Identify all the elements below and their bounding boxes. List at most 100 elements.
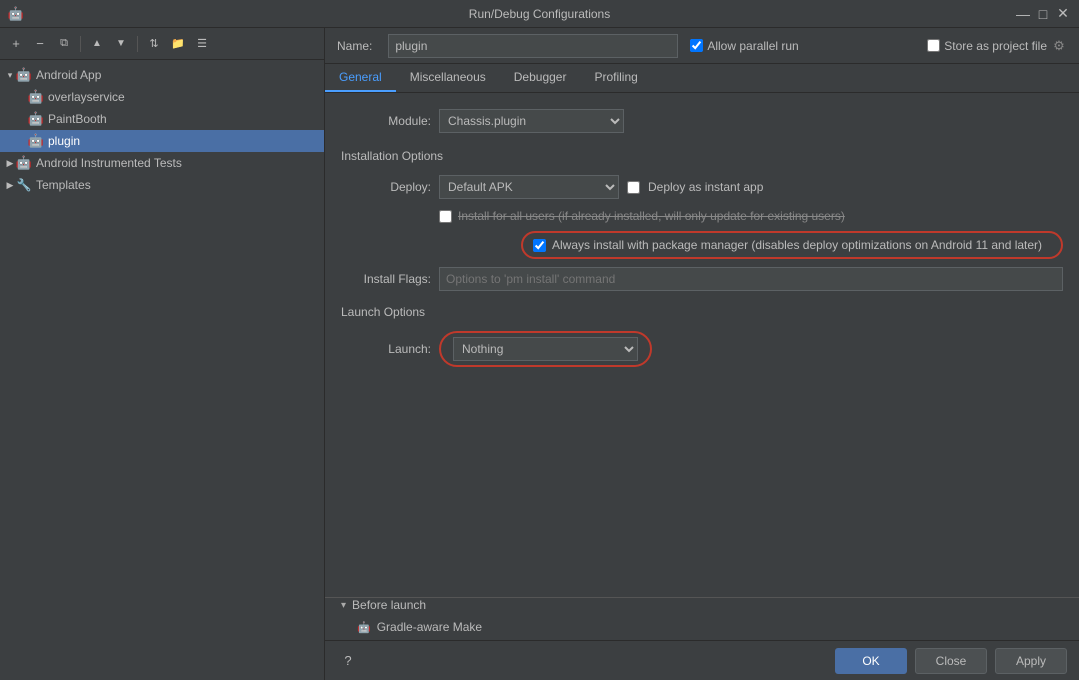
install-all-users-label[interactable]: Install for all users (if already instal… [458, 209, 845, 223]
tab-miscellaneous[interactable]: Miscellaneous [396, 64, 500, 92]
tab-profiling[interactable]: Profiling [580, 64, 651, 92]
paintbooth-icon: 🤖 [28, 111, 44, 127]
before-launch-header[interactable]: ▾ Before launch [341, 598, 1063, 612]
sidebar-item-android-instrumented-tests[interactable]: ▶ 🤖 Android Instrumented Tests [0, 152, 324, 174]
always-install-label[interactable]: Always install with package manager (dis… [552, 238, 1042, 252]
allow-parallel-checkbox-group: Allow parallel run [690, 39, 798, 53]
content-spacer [341, 377, 1063, 577]
paintbooth-label: PaintBooth [48, 112, 107, 126]
tab-debugger[interactable]: Debugger [500, 64, 581, 92]
move-down-button[interactable]: ▼ [111, 34, 131, 54]
right-panel: Name: Allow parallel run Store as projec… [325, 28, 1079, 680]
right-panel-inner: Module: Chassis.plugin Installation Opti… [325, 93, 1079, 680]
launch-options-heading: Launch Options [341, 305, 1063, 319]
installation-options-heading: Installation Options [341, 149, 1063, 163]
launch-select[interactable]: Nothing Default Activity Specified Activ… [453, 337, 638, 361]
gradle-make-label: Gradle-aware Make [377, 620, 482, 634]
install-flags-row: Install Flags: [341, 267, 1063, 291]
sort-button[interactable]: ⇅ [144, 34, 164, 54]
install-flags-input[interactable] [439, 267, 1063, 291]
module-select[interactable]: Chassis.plugin [439, 109, 624, 133]
before-launch-item-gradle: 🤖 Gradle-aware Make [341, 618, 1063, 636]
launch-options-section: Launch Options Launch: Nothing Default A… [341, 305, 1063, 367]
instrumented-tests-label: Android Instrumented Tests [36, 156, 182, 170]
module-row: Module: Chassis.plugin [341, 109, 1063, 133]
sidebar-item-paintbooth[interactable]: 🤖 PaintBooth [0, 108, 324, 130]
window-title: Run/Debug Configurations [469, 7, 610, 21]
content-scroll: Module: Chassis.plugin Installation Opti… [325, 93, 1079, 597]
move-up-button[interactable]: ▲ [87, 34, 107, 54]
toolbar-separator-2 [137, 36, 138, 52]
store-project-group: Store as project file ⚙ [927, 38, 1067, 54]
title-bar: 🤖 Run/Debug Configurations — □ ✕ [0, 0, 1079, 28]
minimize-button[interactable]: — [1015, 6, 1031, 22]
top-bar: Name: Allow parallel run Store as projec… [325, 28, 1079, 64]
sidebar-item-templates[interactable]: ▶ 🔧 Templates [0, 174, 324, 196]
templates-icon: 🔧 [16, 177, 32, 193]
deploy-row: Deploy: Default APK APK from app bundle … [341, 175, 1063, 199]
always-install-highlighted: Always install with package manager (dis… [521, 231, 1063, 259]
bottom-bar: ? OK Close Apply [325, 640, 1079, 680]
copy-config-button[interactable]: ⧉ [54, 34, 74, 54]
expand-arrow-templates: ▶ [4, 179, 16, 191]
store-project-label[interactable]: Store as project file [944, 39, 1047, 53]
close-button[interactable]: ✕ [1055, 6, 1071, 22]
sidebar-item-android-app[interactable]: ▾ 🤖 Android App [0, 64, 324, 86]
maximize-button[interactable]: □ [1035, 6, 1051, 22]
store-project-gear-icon[interactable]: ⚙ [1051, 38, 1067, 54]
expand-arrow-android-app: ▾ [4, 69, 16, 81]
new-folder-button[interactable]: 📁 [168, 34, 188, 54]
store-project-checkbox[interactable] [927, 39, 940, 52]
deploy-select[interactable]: Default APK APK from app bundle Nothing [439, 175, 619, 199]
before-launch-section: ▾ Before launch 🤖 Gradle-aware Make [325, 597, 1079, 640]
install-all-users-row: Install for all users (if already instal… [341, 209, 1063, 223]
launch-highlighted: Nothing Default Activity Specified Activ… [439, 331, 652, 367]
install-flags-label: Install Flags: [341, 272, 431, 286]
sidebar: + − ⧉ ▲ ▼ ⇅ 📁 ☰ ▾ 🤖 Android App 🤖 overla… [0, 28, 325, 680]
ok-button[interactable]: OK [835, 648, 907, 674]
install-all-users-checkbox[interactable] [439, 210, 452, 223]
always-install-wrapper: Always install with package manager (dis… [341, 231, 1063, 259]
android-app-label: Android App [36, 68, 101, 82]
help-button[interactable]: ? [337, 650, 359, 672]
launch-row: Launch: Nothing Default Activity Specifi… [341, 331, 1063, 367]
before-launch-label: Before launch [352, 598, 426, 612]
deploy-instant-checkbox[interactable] [627, 181, 640, 194]
gradle-icon: 🤖 [357, 621, 371, 634]
sidebar-toolbar: + − ⧉ ▲ ▼ ⇅ 📁 ☰ [0, 28, 324, 60]
main-container: + − ⧉ ▲ ▼ ⇅ 📁 ☰ ▾ 🤖 Android App 🤖 overla… [0, 28, 1079, 680]
overlayservice-icon: 🤖 [28, 89, 44, 105]
instrumented-tests-icon: 🤖 [16, 155, 32, 171]
arrow-paintbooth [16, 113, 28, 125]
deploy-instant-label[interactable]: Deploy as instant app [648, 180, 763, 194]
close-button-footer[interactable]: Close [915, 648, 987, 674]
name-input[interactable] [388, 34, 678, 58]
tab-general[interactable]: General [325, 64, 396, 92]
launch-label: Launch: [341, 342, 431, 356]
allow-parallel-checkbox[interactable] [690, 39, 703, 52]
android-app-icon: 🤖 [16, 67, 32, 83]
list-button[interactable]: ☰ [192, 34, 212, 54]
plugin-icon: 🤖 [28, 133, 44, 149]
plugin-label: plugin [48, 134, 80, 148]
add-config-button[interactable]: + [6, 34, 26, 54]
before-launch-arrow-icon: ▾ [341, 600, 346, 611]
allow-parallel-label[interactable]: Allow parallel run [707, 39, 798, 53]
sidebar-item-plugin[interactable]: 🤖 plugin [0, 130, 324, 152]
always-install-checkbox[interactable] [533, 239, 546, 252]
sidebar-item-overlayservice[interactable]: 🤖 overlayservice [0, 86, 324, 108]
arrow-plugin [16, 135, 28, 147]
arrow-overlayservice [16, 91, 28, 103]
toolbar-separator-1 [80, 36, 81, 52]
apply-button[interactable]: Apply [995, 648, 1067, 674]
app-icon: 🤖 [8, 6, 24, 22]
bottom-left: ? [337, 650, 827, 672]
expand-arrow-instrumented: ▶ [4, 157, 16, 169]
deploy-label: Deploy: [341, 180, 431, 194]
tabs-bar: General Miscellaneous Debugger Profiling [325, 64, 1079, 93]
overlayservice-label: overlayservice [48, 90, 125, 104]
templates-label: Templates [36, 178, 91, 192]
module-label: Module: [341, 114, 431, 128]
window-controls: — □ ✕ [1015, 6, 1071, 22]
remove-config-button[interactable]: − [30, 34, 50, 54]
